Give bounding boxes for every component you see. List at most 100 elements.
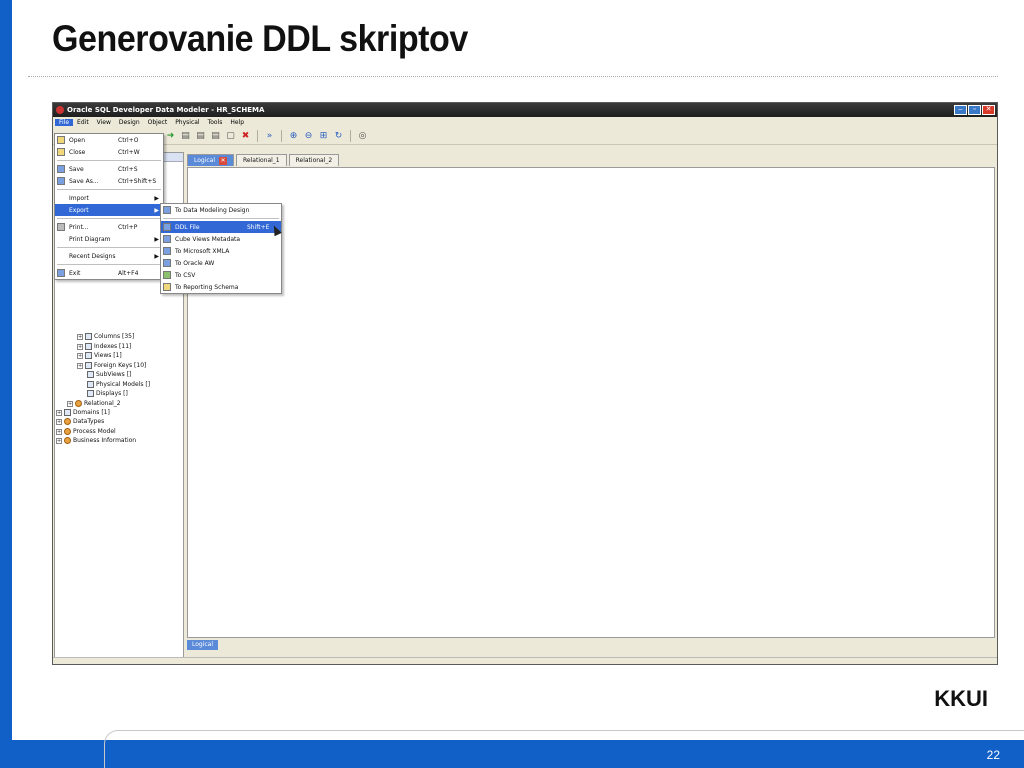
menu-item-close[interactable]: Close Ctrl+W	[55, 146, 163, 158]
refresh-icon[interactable]: ↻	[333, 131, 344, 142]
menu-item-recent-designs[interactable]: Recent Designs ▶	[55, 250, 163, 262]
menubar: File Edit View Design Object Physical To…	[53, 117, 997, 128]
menu-item-to-microsoft-xmla[interactable]: To Microsoft XMLA	[161, 245, 281, 257]
toolbar-separator	[257, 130, 258, 142]
app-icon	[56, 106, 64, 114]
footer-logo-text: KKUI	[934, 686, 988, 711]
menu-view[interactable]: View	[93, 119, 115, 126]
folder-icon	[57, 148, 65, 156]
ddl-file-icon	[163, 223, 171, 231]
reporting-schema-icon	[163, 283, 171, 291]
editor-tabs: Logical ✕ Relational_1 Relational_2	[186, 152, 997, 166]
menu-separator	[57, 189, 161, 190]
expand-icon[interactable]: +	[77, 352, 83, 359]
menu-tools[interactable]: Tools	[204, 119, 227, 126]
arrow-right-icon[interactable]: ➜	[165, 131, 176, 142]
save-icon	[57, 165, 65, 173]
tree-item-views[interactable]: + Views [1]	[77, 352, 122, 359]
tree-item-relational-2[interactable]: + Relational_2	[67, 400, 121, 407]
slide-number: 22	[986, 748, 1000, 762]
menu-item-export[interactable]: Export ▶	[55, 204, 163, 216]
slide-left-bar	[0, 0, 12, 768]
delete-icon[interactable]: ✖	[240, 131, 251, 142]
tab-logical[interactable]: Logical ✕	[187, 154, 235, 166]
close-icon[interactable]: ✕	[219, 156, 228, 165]
menu-separator	[57, 218, 161, 219]
menu-item-to-csv[interactable]: To CSV	[161, 269, 281, 281]
tree-item-datatypes[interactable]: + DataTypes	[56, 418, 104, 425]
fit-screen-icon[interactable]: ⊞	[318, 131, 329, 142]
expand-icon[interactable]: +	[56, 428, 62, 435]
datatypes-icon	[64, 418, 71, 425]
slide-title: Generovanie DDL skriptov	[52, 18, 468, 59]
binoculars-icon[interactable]: ◎	[357, 131, 368, 142]
menu-item-exit[interactable]: Exit Alt+F4	[55, 267, 163, 279]
tree-item-business-information[interactable]: + Business Information	[56, 437, 136, 444]
submenu-arrow-icon: ▶	[154, 194, 159, 202]
zoom-out-icon[interactable]: ⊖	[303, 131, 314, 142]
menu-item-to-data-modeling-design[interactable]: To Data Modeling Design	[161, 204, 281, 216]
tab-relational-1[interactable]: Relational_1	[236, 154, 287, 166]
menu-item-import[interactable]: Import ▶	[55, 192, 163, 204]
tree-item-columns[interactable]: + Columns [35]	[77, 333, 134, 340]
menu-item-open[interactable]: Open Ctrl+O	[55, 134, 163, 146]
menu-design[interactable]: Design	[115, 119, 144, 126]
foreign-keys-icon	[85, 362, 92, 369]
expand-icon[interactable]: +	[56, 409, 62, 416]
bottom-tab-logical[interactable]: Logical	[187, 640, 219, 650]
menu-item-cube-views-metadata[interactable]: Cube Views Metadata	[161, 233, 281, 245]
minimize-icon[interactable]: –	[954, 105, 967, 115]
menu-item-to-oracle-aw[interactable]: To Oracle AW	[161, 257, 281, 269]
menu-object[interactable]: Object	[144, 119, 172, 126]
tree-item-physical-models[interactable]: Physical Models []	[87, 381, 150, 388]
expand-icon[interactable]: +	[77, 362, 83, 369]
double-arrow-icon[interactable]: »	[264, 131, 275, 142]
view-icon[interactable]: ▤	[210, 131, 221, 142]
menu-edit[interactable]: Edit	[73, 119, 93, 126]
tree-item-indexes[interactable]: + Indexes [11]	[77, 343, 131, 350]
menu-item-save-as[interactable]: Save As... Ctrl+Shift+S	[55, 175, 163, 187]
expand-icon[interactable]: +	[77, 333, 83, 340]
tree-item-subviews[interactable]: SubViews []	[87, 371, 131, 378]
menu-item-print[interactable]: Print... Ctrl+P	[55, 221, 163, 233]
tab-relational-2[interactable]: Relational_2	[288, 154, 340, 166]
menu-file[interactable]: File	[55, 119, 74, 126]
diagram-editor: Logical ✕ Relational_1 Relational_2 Logic…	[186, 152, 997, 658]
design-icon	[163, 206, 171, 214]
maximize-icon[interactable]: ▫	[968, 105, 981, 115]
export-submenu: To Data Modeling Design DDL File Shift+E …	[160, 203, 282, 294]
submenu-arrow-icon: ▶	[154, 235, 159, 243]
tree-item-foreign-keys[interactable]: + Foreign Keys [10]	[77, 362, 146, 369]
file-menu: Open Ctrl+O Close Ctrl+W Save Ctrl+S Save A…	[54, 133, 164, 280]
menu-item-save[interactable]: Save Ctrl+S	[55, 163, 163, 175]
menu-help[interactable]: Help	[226, 119, 248, 126]
table-add-icon[interactable]: ▤	[180, 131, 191, 142]
close-icon[interactable]: ✕	[982, 105, 995, 115]
process-model-icon	[64, 428, 71, 435]
submenu-arrow-icon: ▶	[154, 206, 159, 214]
tree-item-domains[interactable]: + Domains [1]	[56, 409, 110, 416]
expand-icon[interactable]: +	[67, 400, 73, 407]
menu-physical[interactable]: Physical	[171, 119, 203, 126]
submenu-arrow-icon: ▶	[154, 252, 159, 260]
columns-icon	[85, 333, 92, 340]
tree-item-process-model[interactable]: + Process Model	[56, 428, 116, 435]
window-title: Oracle SQL Developer Data Modeler - HR_S…	[67, 106, 265, 114]
menu-item-print-diagram[interactable]: Print Diagram ▶	[55, 233, 163, 245]
menu-item-ddl-file[interactable]: DDL File Shift+E	[161, 221, 281, 233]
expand-icon[interactable]: +	[77, 343, 83, 350]
indexes-icon	[85, 343, 92, 350]
tree-item-displays[interactable]: Displays []	[87, 390, 128, 397]
title-divider	[28, 76, 998, 77]
expand-icon[interactable]: +	[56, 437, 62, 444]
note-icon[interactable]: ▢	[225, 131, 236, 142]
toolbar-separator	[350, 130, 351, 142]
status-bar	[53, 657, 997, 664]
diagram-canvas[interactable]	[187, 167, 995, 638]
menu-item-to-reporting-schema[interactable]: To Reporting Schema	[161, 281, 281, 293]
expand-icon[interactable]: +	[56, 418, 62, 425]
zoom-in-icon[interactable]: ⊕	[288, 131, 299, 142]
views-icon	[85, 352, 92, 359]
window-titlebar[interactable]: Oracle SQL Developer Data Modeler - HR_S…	[53, 103, 997, 117]
table-icon[interactable]: ▤	[195, 131, 206, 142]
